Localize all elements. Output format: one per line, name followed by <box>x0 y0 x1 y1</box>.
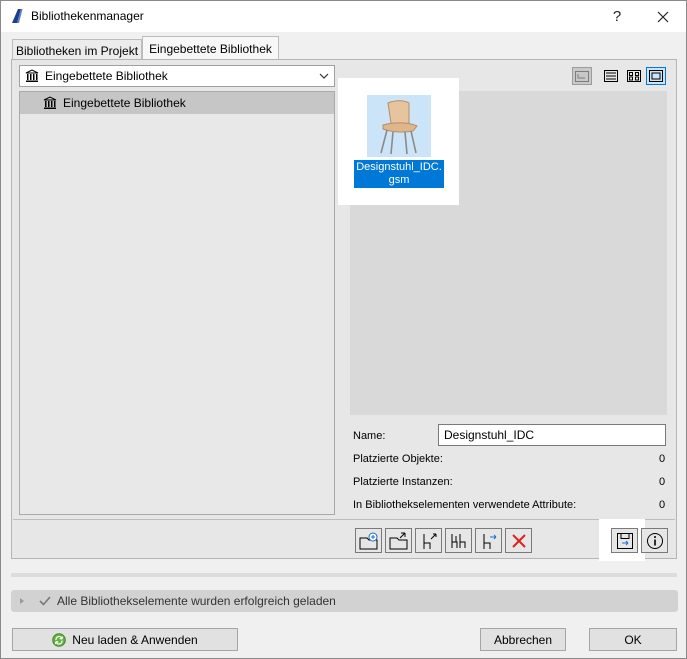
library-tree: Eingebettete Bibliothek <box>19 91 335 515</box>
help-button[interactable]: ? <box>594 1 640 32</box>
name-label: Name: <box>353 430 386 442</box>
list-view-button[interactable] <box>601 67 621 85</box>
tab-label: Eingebettete Bibliothek <box>149 42 272 56</box>
checkmark-icon <box>39 596 51 606</box>
reload-apply-button[interactable]: Neu laden & Anwenden <box>12 628 238 651</box>
library-dropdown[interactable]: Eingebettete Bibliothek <box>19 65 335 87</box>
grid-view-button[interactable] <box>624 67 644 85</box>
parent-folder-button[interactable] <box>572 67 592 85</box>
export-folder-button[interactable] <box>385 528 412 553</box>
chairs-icon <box>451 533 465 548</box>
library-building-icon <box>25 69 39 82</box>
list-view-icon <box>604 70 618 82</box>
large-preview-icon <box>649 70 663 82</box>
placed-objects-label: Platzierte Objekte: <box>353 453 443 465</box>
status-bar: Alle Bibliothekselemente wurden erfolgre… <box>11 590 678 612</box>
chevron-down-icon <box>319 73 329 79</box>
progress-track <box>11 573 677 577</box>
folder-up-icon <box>575 70 589 82</box>
library-building-icon <box>43 96 57 109</box>
info-button[interactable] <box>641 528 668 553</box>
delete-button[interactable] <box>505 528 532 553</box>
export-object-button[interactable] <box>415 528 442 553</box>
expand-arrow-icon[interactable] <box>19 597 25 605</box>
attributes-value: 0 <box>659 499 666 511</box>
chair-export-icon <box>423 533 436 549</box>
tree-item-embedded-library[interactable]: Eingebettete Bibliothek <box>20 92 334 114</box>
info-icon <box>646 532 663 549</box>
title-bar: Bibliothekenmanager ? <box>1 1 686 32</box>
delete-icon <box>511 533 526 548</box>
ok-button[interactable]: OK <box>589 628 677 651</box>
tab-label: Bibliotheken im Projekt <box>15 43 139 58</box>
archicad-logo-icon <box>12 9 23 23</box>
save-icon <box>616 532 633 549</box>
grid-view-icon <box>627 70 641 82</box>
status-message: Alle Bibliothekselemente wurden erfolgre… <box>57 594 336 608</box>
object-filename: Designstuhl_IDC. gsm <box>354 160 444 188</box>
add-folder-icon <box>359 532 377 549</box>
tab-embedded-library[interactable]: Eingebettete Bibliothek <box>142 36 279 61</box>
multiple-objects-button[interactable] <box>445 528 472 553</box>
preview-view-button[interactable] <box>646 67 666 85</box>
placed-instances-value: 0 <box>659 476 666 488</box>
object-filename-line1: Designstuhl_IDC. <box>356 161 442 173</box>
object-filename-line2: gsm <box>388 174 410 186</box>
chair-thumbnail <box>367 95 431 157</box>
chair-image <box>380 100 418 155</box>
folder-export-icon <box>389 532 407 549</box>
add-folder-button[interactable] <box>355 528 382 553</box>
close-button[interactable] <box>640 1 686 32</box>
library-dropdown-value: Eingebettete Bibliothek <box>45 69 168 83</box>
placed-instances-label: Platzierte Instanzen: <box>353 476 453 488</box>
attributes-label: In Bibliothekselementen verwendete Attri… <box>353 499 577 511</box>
name-field[interactable]: Designstuhl_IDC <box>438 424 666 446</box>
reload-apply-label: Neu laden & Anwenden <box>72 632 198 647</box>
window-title: Bibliothekenmanager <box>31 9 144 23</box>
cancel-button[interactable]: Abbrechen <box>480 628 566 651</box>
save-button[interactable] <box>611 528 638 553</box>
library-manager-dialog: Bibliothekenmanager ? Bibliotheken im Pr… <box>0 0 687 659</box>
object-thumbnail[interactable]: Designstuhl_IDC. gsm <box>338 78 459 205</box>
close-icon <box>657 11 669 22</box>
tree-item-label: Eingebettete Bibliothek <box>63 96 186 110</box>
placed-objects-value: 0 <box>659 453 666 465</box>
reload-icon <box>52 632 67 647</box>
chair-move-icon <box>483 533 496 549</box>
move-object-button[interactable] <box>475 528 502 553</box>
tab-libraries-in-project[interactable]: Bibliotheken im Projekt <box>12 39 142 61</box>
divider <box>13 519 675 520</box>
